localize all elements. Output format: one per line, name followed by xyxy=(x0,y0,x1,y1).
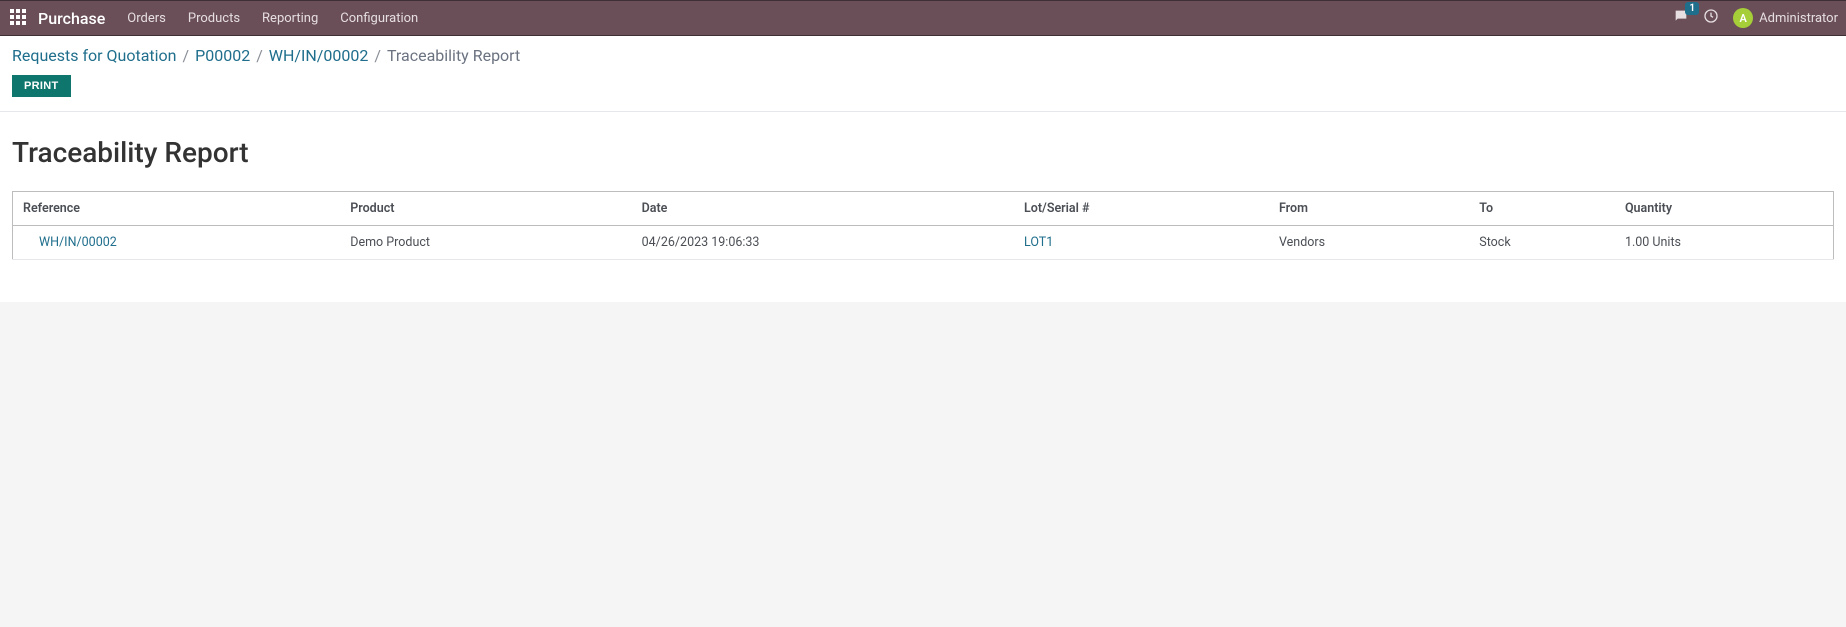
avatar: A xyxy=(1733,8,1753,28)
breadcrumb-sep: / xyxy=(183,46,190,65)
chat-badge: 1 xyxy=(1685,2,1699,15)
report-panel: Traceability Report Reference Product Da… xyxy=(0,112,1846,302)
nav-reporting[interactable]: Reporting xyxy=(262,11,318,26)
nav-products[interactable]: Products xyxy=(188,11,240,26)
lot-link[interactable]: LOT1 xyxy=(1024,235,1053,250)
cell-to: Stock xyxy=(1469,226,1615,260)
breadcrumb-current: Traceability Report xyxy=(387,46,520,65)
col-quantity: Quantity xyxy=(1615,192,1834,226)
breadcrumb: Requests for Quotation / P00002 / WH/IN/… xyxy=(12,46,1834,65)
breadcrumb-rfq[interactable]: Requests for Quotation xyxy=(12,46,177,65)
col-to: To xyxy=(1469,192,1615,226)
col-date: Date xyxy=(632,192,1014,226)
cell-date: 04/26/2023 19:06:33 xyxy=(632,226,1014,260)
breadcrumb-po[interactable]: P00002 xyxy=(195,46,250,65)
table-row: WH/IN/00002 Demo Product 04/26/2023 19:0… xyxy=(13,226,1834,260)
messaging-button[interactable]: 1 xyxy=(1673,8,1689,28)
traceability-table: Reference Product Date Lot/Serial # From… xyxy=(12,191,1834,260)
nav-configuration[interactable]: Configuration xyxy=(340,11,418,26)
col-product: Product xyxy=(340,192,631,226)
apps-icon[interactable] xyxy=(10,9,28,27)
topbar-right: 1 A Administrator xyxy=(1673,8,1838,28)
col-lot: Lot/Serial # xyxy=(1014,192,1269,226)
topbar: Purchase Orders Products Reporting Confi… xyxy=(0,0,1846,36)
cell-from: Vendors xyxy=(1269,226,1469,260)
breadcrumb-sep: / xyxy=(256,46,263,65)
table-header-row: Reference Product Date Lot/Serial # From… xyxy=(13,192,1834,226)
activity-clock-icon[interactable] xyxy=(1703,8,1719,28)
page-body: Traceability Report Reference Product Da… xyxy=(0,112,1846,302)
user-menu[interactable]: A Administrator xyxy=(1733,8,1838,28)
print-button[interactable]: PRINT xyxy=(12,75,71,97)
nav-orders[interactable]: Orders xyxy=(127,11,166,26)
col-reference: Reference xyxy=(13,192,341,226)
cell-product: Demo Product xyxy=(340,226,631,260)
app-brand[interactable]: Purchase xyxy=(38,9,105,28)
breadcrumb-sep: / xyxy=(374,46,381,65)
cell-quantity: 1.00 Units xyxy=(1615,226,1834,260)
report-title: Traceability Report xyxy=(12,136,1834,169)
nav: Orders Products Reporting Configuration xyxy=(127,11,418,26)
breadcrumb-picking[interactable]: WH/IN/00002 xyxy=(269,46,369,65)
reference-link[interactable]: WH/IN/00002 xyxy=(39,235,117,250)
username: Administrator xyxy=(1759,11,1838,26)
col-from: From xyxy=(1269,192,1469,226)
control-panel: Requests for Quotation / P00002 / WH/IN/… xyxy=(0,36,1846,112)
